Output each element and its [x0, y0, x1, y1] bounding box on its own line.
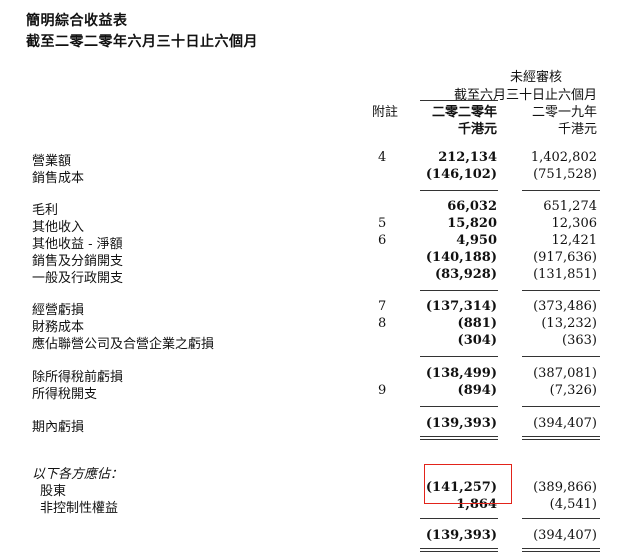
row-value-2020: (138,499) — [425, 366, 497, 381]
row-note: 5 — [378, 216, 387, 231]
attributable-total-2019: (394,407) — [533, 528, 597, 543]
attributable-total-2020: (139,393) — [425, 528, 497, 543]
unaudited-label: 未經審核 — [509, 70, 562, 85]
row-label: 應佔聯營公司及合營企業之虧損 — [32, 337, 215, 352]
row-value-2020: (894) — [457, 383, 497, 398]
note-column-header: 附註 — [372, 105, 399, 120]
subtotal-rule — [522, 356, 600, 357]
subtotal-rule — [522, 406, 600, 407]
row-value-2020: (304) — [457, 333, 497, 348]
row-value-2019: (4,541) — [549, 497, 597, 512]
row-value-2020: (139,393) — [425, 416, 497, 431]
row-value-2019: 12,421 — [551, 233, 598, 248]
subtotal-rule — [420, 190, 498, 191]
row-value-2019: (13,232) — [541, 316, 597, 331]
row-value-2019: 1,402,802 — [530, 150, 597, 165]
row-note: 7 — [378, 299, 387, 314]
row-value-2019: (131,851) — [533, 267, 597, 282]
row-note: 6 — [378, 233, 387, 248]
total-double-rule — [420, 548, 498, 552]
row-value-2019: (394,407) — [533, 416, 597, 431]
row-value-2019: 12,306 — [551, 216, 598, 231]
row-value-2019: 651,274 — [543, 199, 597, 214]
statement-period: 截至二零二零年六月三十日止六個月 — [26, 34, 258, 50]
unit-2019-header: 千港元 — [557, 122, 597, 137]
subtotal-rule — [522, 190, 600, 191]
subtotal-rule — [522, 290, 600, 291]
row-value-2019: (373,486) — [533, 299, 597, 314]
row-label: 所得稅開支 — [32, 387, 98, 402]
row-value-2019: (389,866) — [533, 480, 597, 495]
row-value-2020: (140,188) — [425, 250, 497, 265]
row-value-2020: (137,314) — [425, 299, 497, 314]
statement-title: 簡明綜合收益表 — [26, 13, 128, 29]
row-note: 8 — [378, 316, 387, 331]
header-underline — [420, 100, 498, 101]
subtotal-rule — [420, 356, 498, 357]
row-value-2019: (751,528) — [533, 167, 597, 182]
highlight-box — [424, 464, 512, 504]
row-value-2019: (7,326) — [549, 383, 597, 398]
row-label: 非控制性權益 — [40, 501, 119, 516]
subtotal-rule — [420, 518, 498, 519]
row-value-2020: 66,032 — [447, 199, 497, 214]
row-label: 一般及行政開支 — [32, 271, 124, 286]
row-value-2019: (917,636) — [533, 250, 597, 265]
total-double-rule — [420, 436, 498, 440]
subtotal-rule — [522, 518, 600, 519]
row-note: 4 — [378, 150, 387, 165]
row-value-2020: (83,928) — [434, 267, 497, 282]
row-label: 期內虧損 — [32, 420, 85, 435]
row-label: 銷售成本 — [32, 171, 85, 186]
subtotal-rule — [420, 290, 498, 291]
subtotal-rule — [420, 406, 498, 407]
row-value-2019: (387,081) — [533, 366, 597, 381]
row-value-2020: 4,950 — [456, 233, 497, 248]
row-value-2020: (881) — [457, 316, 497, 331]
row-value-2020: (146,102) — [425, 167, 497, 182]
total-double-rule — [522, 548, 600, 552]
unit-2020-header: 千港元 — [457, 122, 497, 137]
total-double-rule — [522, 436, 600, 440]
row-value-2019: (363) — [562, 333, 597, 348]
row-value-2020: 15,820 — [447, 216, 497, 231]
row-note: 9 — [378, 383, 387, 398]
row-value-2020: 212,134 — [438, 150, 497, 165]
